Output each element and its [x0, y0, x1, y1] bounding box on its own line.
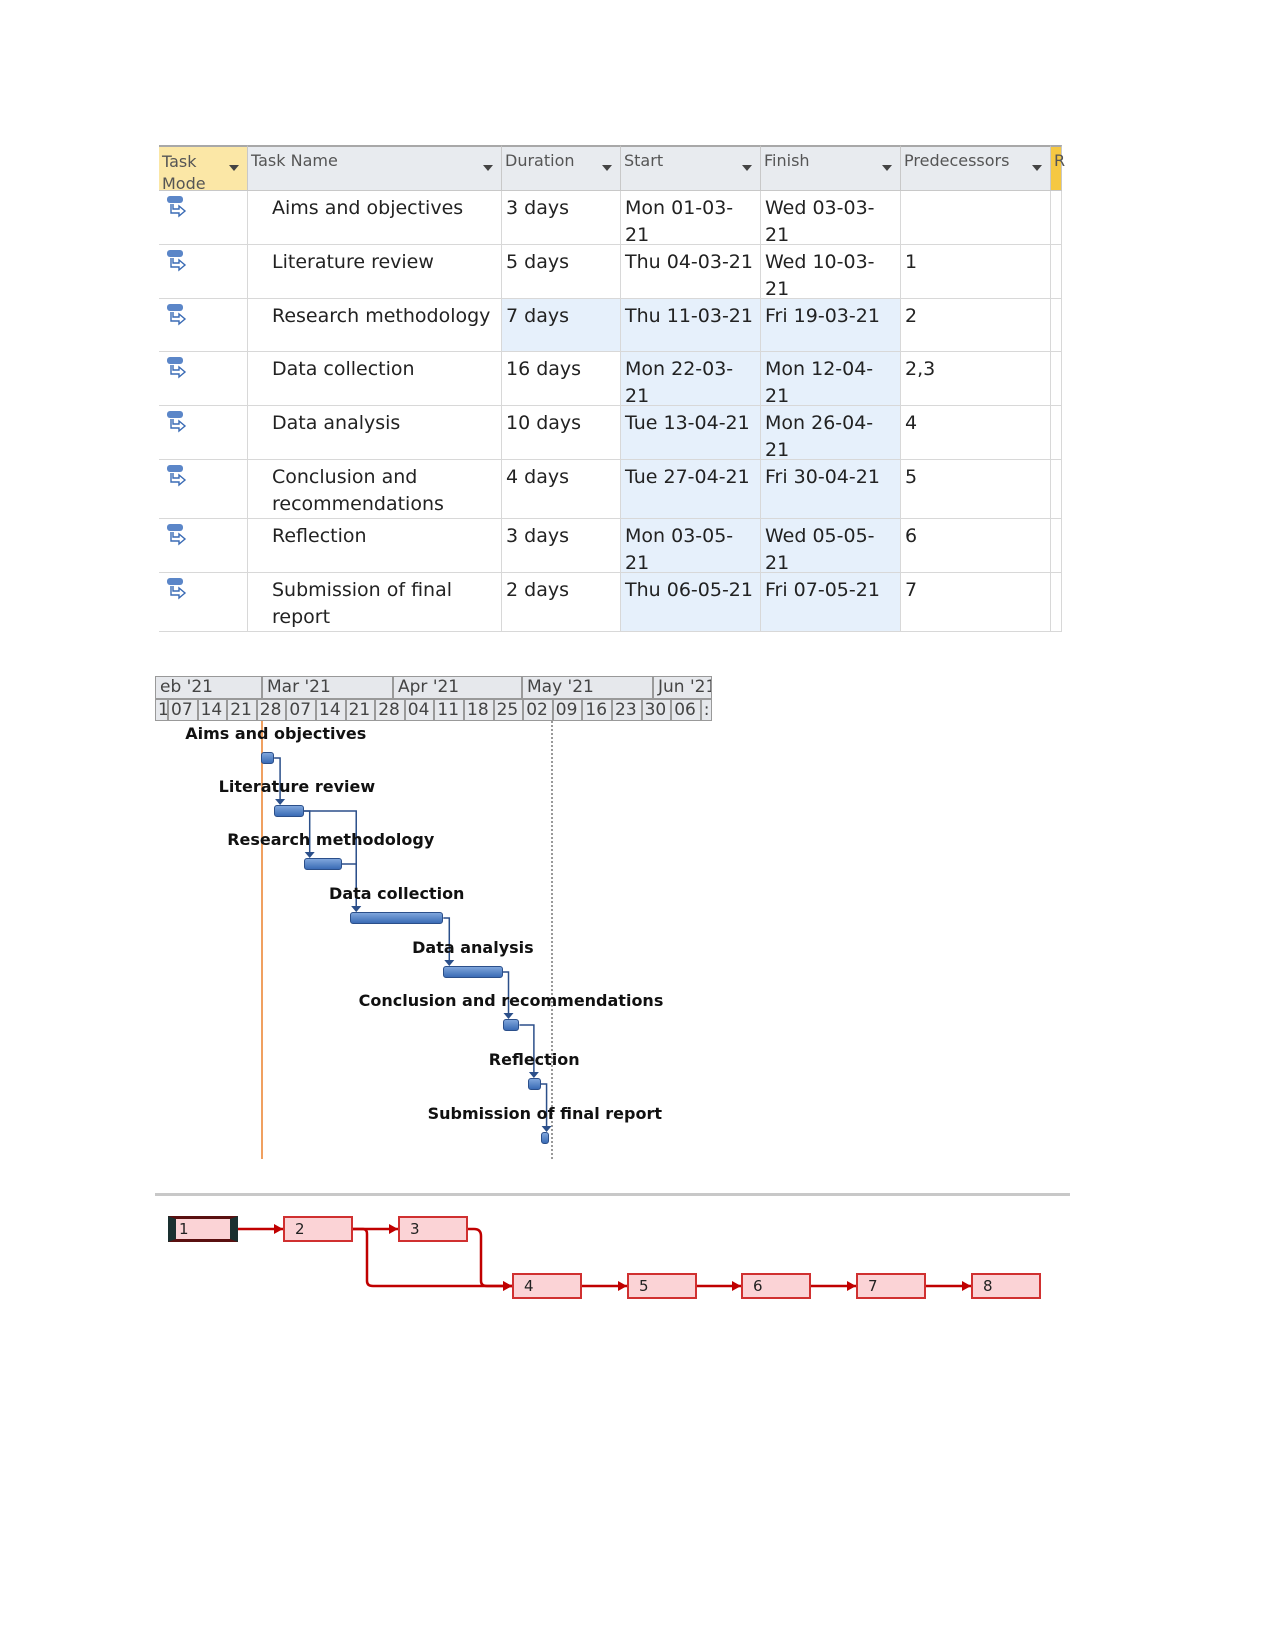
arrow-head-icon — [389, 1224, 398, 1234]
network-node-id: 8 — [983, 1277, 993, 1295]
arrow-head-icon — [847, 1281, 856, 1291]
network-node[interactable]: 3 — [398, 1216, 468, 1242]
arrow-head-icon — [618, 1281, 627, 1291]
network-node[interactable]: 4 — [512, 1273, 582, 1299]
network-node[interactable]: 7 — [856, 1273, 926, 1299]
network-node[interactable]: 8 — [971, 1273, 1041, 1299]
page: Task Mode Task Name Duration Start Finish Pre… — [0, 0, 1275, 1650]
network-diagram — [238, 1224, 971, 1291]
network-node-id: 4 — [524, 1277, 534, 1295]
network-node-id: 3 — [410, 1220, 420, 1238]
arrow-head-icon — [503, 1281, 512, 1291]
network-node[interactable]: 6 — [741, 1273, 811, 1299]
network-node[interactable]: 1 — [168, 1216, 238, 1242]
network-node-id: 2 — [295, 1220, 305, 1238]
arrow-head-icon — [732, 1281, 741, 1291]
arrow-head-icon — [274, 1224, 283, 1234]
network-node-id: 1 — [179, 1220, 189, 1238]
arrow-head-icon — [962, 1281, 971, 1291]
network-node[interactable]: 5 — [627, 1273, 697, 1299]
network-node-id: 7 — [868, 1277, 878, 1295]
network-node-id: 6 — [753, 1277, 763, 1295]
network-node[interactable]: 2 — [283, 1216, 353, 1242]
network-link — [468, 1227, 512, 1288]
network-node-id: 5 — [639, 1277, 649, 1295]
